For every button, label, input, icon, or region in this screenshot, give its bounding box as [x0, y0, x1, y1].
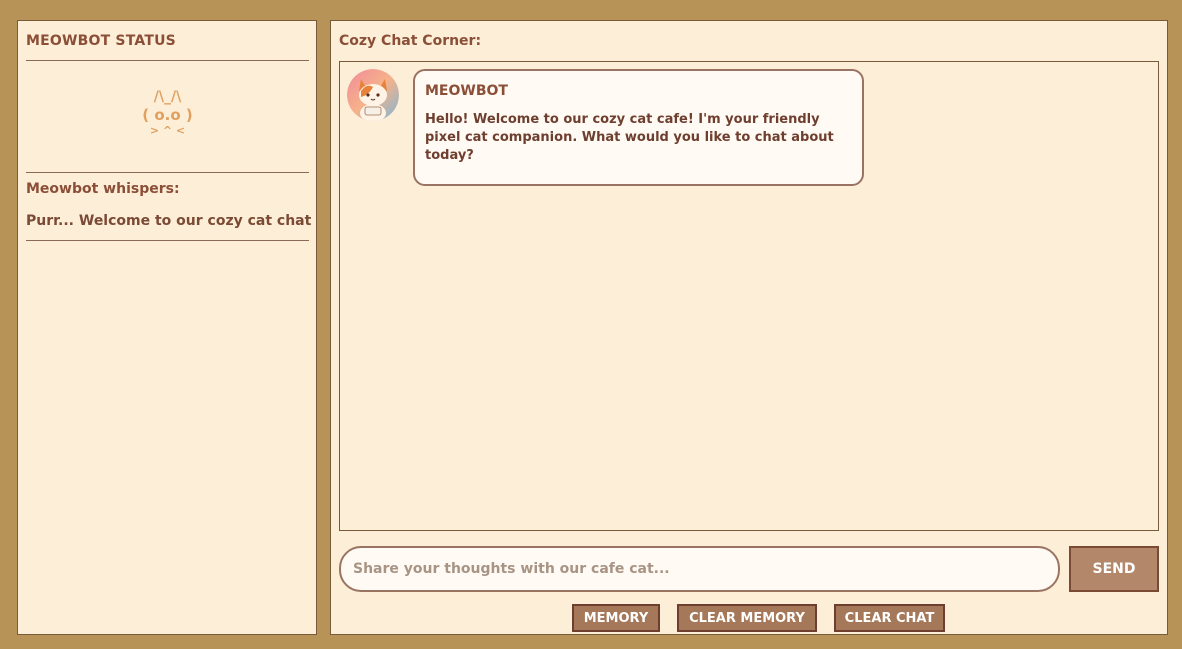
chat-title: Cozy Chat Corner: — [339, 33, 482, 49]
status-sidebar: MEOWBOT STATUS /\_/\ ( o.o ) > ^ < Meowb… — [17, 20, 317, 635]
clear-chat-button[interactable]: CLEAR CHAT — [834, 604, 945, 632]
divider — [26, 60, 309, 61]
message-text: Hello! Welcome to our cozy cat cafe! I'm… — [425, 112, 834, 163]
ascii-cat-line: /\_/\ — [153, 89, 182, 105]
chat-messages-area[interactable]: MEOWBOT Hello! Welcome to our cozy cat c… — [339, 61, 1159, 531]
divider — [26, 172, 309, 173]
cat-avatar-icon — [347, 69, 399, 121]
ascii-cat-line: > ^ < — [149, 123, 186, 137]
whisper-text: Purr... Welcome to our cozy cat chat — [26, 213, 312, 229]
chat-input[interactable] — [339, 546, 1060, 592]
whisper-label: Meowbot whispers: — [26, 181, 180, 197]
divider — [26, 240, 309, 241]
ascii-cat-line: ( o.o ) — [142, 105, 193, 124]
send-button[interactable]: SEND — [1069, 546, 1159, 592]
clear-memory-button[interactable]: CLEAR MEMORY — [677, 604, 817, 632]
memory-button[interactable]: MEMORY — [572, 604, 660, 632]
ascii-cat-art: /\_/\ ( o.o ) > ^ < — [26, 89, 309, 137]
message-sender: MEOWBOT — [425, 83, 508, 99]
sidebar-title: MEOWBOT STATUS — [26, 33, 176, 49]
message-bubble: MEOWBOT Hello! Welcome to our cozy cat c… — [413, 69, 864, 186]
chat-panel: Cozy Chat Corner: MEOWBOT Hello! Welcome… — [330, 20, 1168, 635]
